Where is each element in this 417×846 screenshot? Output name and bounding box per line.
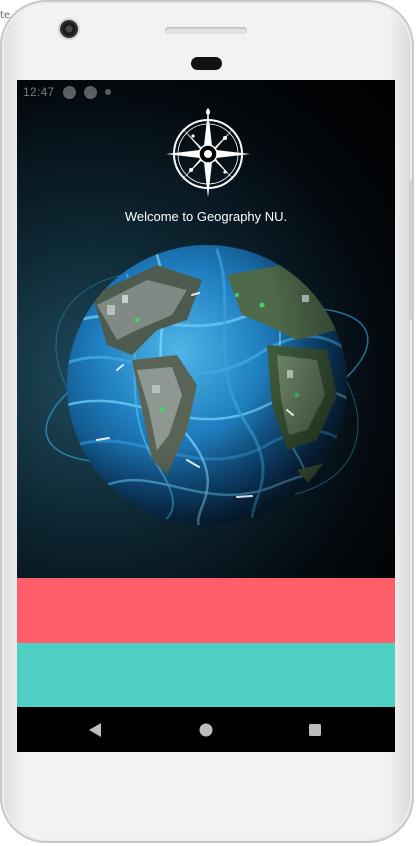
recents-square-icon xyxy=(309,723,321,736)
home-circle-icon xyxy=(199,723,213,736)
secondary-action-button[interactable] xyxy=(17,643,395,707)
android-navigation-bar xyxy=(17,707,395,752)
primary-action-button[interactable] xyxy=(17,578,395,643)
back-triangle-icon xyxy=(89,722,101,737)
earth-globe-cables-image xyxy=(45,245,369,525)
signal-dot-icon xyxy=(104,89,111,95)
front-camera xyxy=(60,20,78,38)
welcome-heading: Welcome to Geography NU. xyxy=(124,209,288,224)
side-button xyxy=(409,180,413,320)
nav-home-button[interactable] xyxy=(176,707,236,752)
compass-rose-icon xyxy=(166,108,250,196)
status-time: 12:47 xyxy=(23,85,55,99)
phone-frame: 12:47 Welcome to Geography NU. xyxy=(0,0,414,843)
notification-g-icon xyxy=(83,85,97,99)
device-screen: 12:47 Welcome to Geography NU. xyxy=(17,80,395,752)
nav-back-button[interactable] xyxy=(65,707,125,752)
hero-section: 12:47 Welcome to Geography NU. xyxy=(17,80,395,578)
sensor-slot xyxy=(191,57,222,70)
earpiece-speaker xyxy=(165,27,247,34)
status-bar: 12:47 xyxy=(17,80,395,104)
nav-recents-button[interactable] xyxy=(285,707,345,752)
notification-a-icon xyxy=(62,85,76,99)
